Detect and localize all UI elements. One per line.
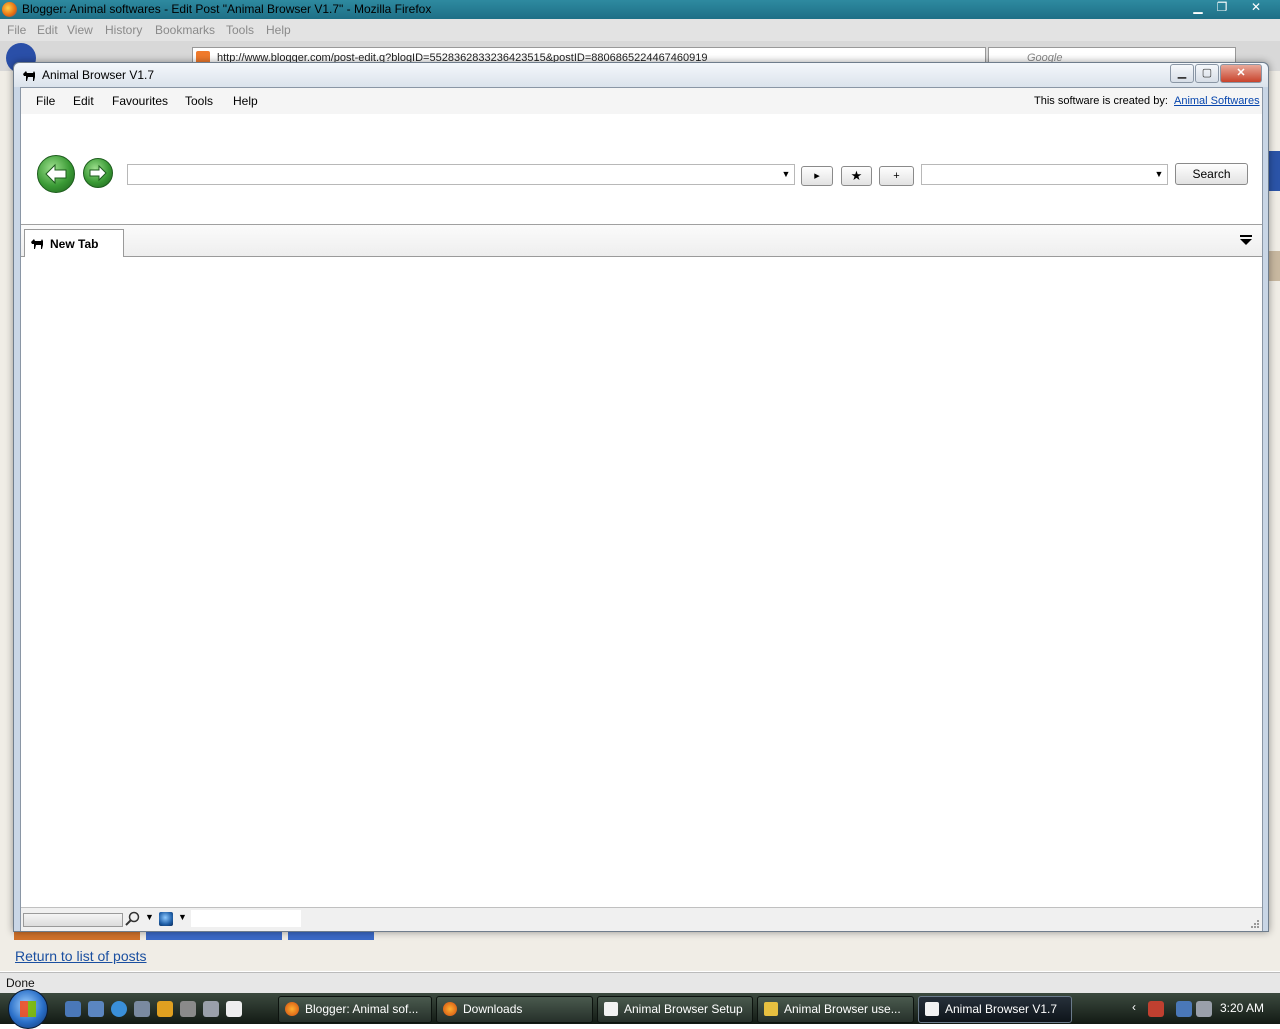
tab-strip: New Tab [21,225,1262,257]
firefox-window-title: Blogger: Animal softwares - Edit Post "A… [22,2,432,16]
menu-file[interactable]: File [36,94,55,108]
menu-help[interactable]: Help [233,94,258,108]
firefox-menubar: File Edit View History Bookmarks Tools H… [0,19,1280,41]
forward-button[interactable] [83,158,113,188]
menu-tools[interactable]: Tools [185,94,213,108]
minimize-icon[interactable]: ▁ [1170,64,1194,83]
tab-label: New Tab [50,237,99,251]
dropdown-arrow-icon[interactable]: ▼ [778,165,794,184]
credit-text: This software is created by: [1034,95,1168,107]
taskbar: Blogger: Animal sof... Downloads Animal … [0,989,1280,1029]
favourite-button[interactable]: ★ [841,166,872,186]
tab-list-menu-icon[interactable] [1239,233,1253,247]
taskbar-item-label: Animal Browser Setup [624,1002,743,1016]
animal-icon [925,1002,939,1016]
firefox-statusbar: Done [0,972,1280,993]
address-bar-combo[interactable]: ▼ [127,164,795,185]
close-icon[interactable]: ✕ [1244,0,1268,16]
dropdown-arrow-icon[interactable]: ▼ [1151,165,1167,184]
back-button[interactable] [37,155,75,193]
restore-icon[interactable]: ❐ [1210,0,1234,16]
maximize-icon[interactable]: ▢ [1195,64,1219,83]
ff-menu-tools[interactable]: Tools [226,23,254,37]
volume-icon[interactable] [1196,1001,1212,1017]
taskbar-item-label: Downloads [463,1002,523,1016]
zoom-dropdown-icon[interactable]: ▼ [145,912,154,922]
start-button[interactable] [8,989,48,1029]
clock[interactable]: 3:20 AM [1220,1001,1264,1015]
forward-arrow-icon [89,164,107,182]
animal-browser-menubar: File Edit Favourites Tools Help This sof… [21,88,1262,114]
firefox-icon [285,1002,299,1016]
back-arrow-icon [45,163,67,185]
animal-browser-title: Animal Browser V1.7 [42,68,155,82]
globe-dropdown-icon[interactable]: ▼ [178,912,187,922]
animal-browser-toolbar: ▼ ▸ ★ + ▼ Search [21,114,1262,225]
taskbar-item-label: Animal Browser use... [784,1002,901,1016]
taskbar-item-label: Blogger: Animal sof... [305,1002,419,1016]
tray-app-icon[interactable] [1148,1001,1164,1017]
show-desktop-icon[interactable] [65,1001,81,1017]
menu-favourites[interactable]: Favourites [112,94,168,108]
taskbar-item-animal-user[interactable]: Animal Browser use... [757,996,914,1023]
firefox-titlebar: Blogger: Animal softwares - Edit Post "A… [0,0,1280,19]
progress-bar [23,913,123,927]
menu-edit[interactable]: Edit [73,94,94,108]
switch-windows-icon[interactable] [88,1001,104,1017]
search-button[interactable]: Search [1175,163,1248,185]
firefox-icon [443,1002,457,1016]
browser-content-area[interactable] [21,257,1262,907]
resize-grip-icon[interactable] [1250,919,1260,929]
taskbar-item-label: Animal Browser V1.7 [945,1002,1058,1016]
tab-new-tab[interactable]: New Tab [24,229,124,257]
firefox-status-text: Done [6,976,35,990]
tray-expand-icon[interactable]: ‹ [1132,1000,1136,1014]
app-icon[interactable] [134,1001,150,1017]
app-icon[interactable] [203,1001,219,1017]
close-icon[interactable]: ✕ [1220,64,1262,83]
network-icon[interactable] [1176,1001,1192,1017]
add-tab-button[interactable]: + [879,166,914,186]
animal-icon [604,1002,618,1016]
system-tray: ‹ 3:20 AM [1128,993,1280,1024]
ff-menu-file[interactable]: File [7,23,26,37]
taskbar-item-animal-browser[interactable]: Animal Browser V1.7 [918,996,1072,1023]
taskbar-item-animal-setup[interactable]: Animal Browser Setup [597,996,753,1023]
animal-softwares-link[interactable]: Animal Softwares [1174,95,1260,107]
minimize-icon[interactable]: ▁ [1186,0,1210,16]
search-combo[interactable]: ▼ [921,164,1168,185]
app-icon[interactable] [180,1001,196,1017]
ff-menu-history[interactable]: History [105,23,142,37]
zoom-icon[interactable] [125,911,141,927]
return-to-posts-link[interactable]: Return to list of posts [15,948,147,964]
animal-browser-window: Animal Browser V1.7 ▁ ▢ ✕ File Edit Favo… [13,62,1269,932]
animal-app-icon [23,71,35,81]
ff-menu-edit[interactable]: Edit [37,23,58,37]
windows-logo-icon [20,1001,36,1017]
media-player-icon[interactable] [157,1001,173,1017]
animal-browser-statusbar: ▼ ▼ [21,907,1262,931]
taskbar-item-blogger[interactable]: Blogger: Animal sof... [278,996,432,1023]
archive-icon [764,1002,778,1016]
taskbar-item-downloads[interactable]: Downloads [436,996,593,1023]
ff-menu-help[interactable]: Help [266,23,291,37]
animal-browser-titlebar: Animal Browser V1.7 ▁ ▢ ✕ [14,63,1268,87]
status-text-field [191,910,301,927]
globe-icon[interactable] [159,912,173,926]
internet-explorer-icon[interactable] [111,1001,127,1017]
animal-browser-client: File Edit Favourites Tools Help This sof… [20,87,1263,931]
animal-tab-icon [31,239,43,249]
ff-menu-bookmarks[interactable]: Bookmarks [155,23,215,37]
go-button[interactable]: ▸ [801,166,833,186]
firefox-icon [2,2,17,17]
ff-menu-view[interactable]: View [67,23,93,37]
animal-icon[interactable] [226,1001,242,1017]
